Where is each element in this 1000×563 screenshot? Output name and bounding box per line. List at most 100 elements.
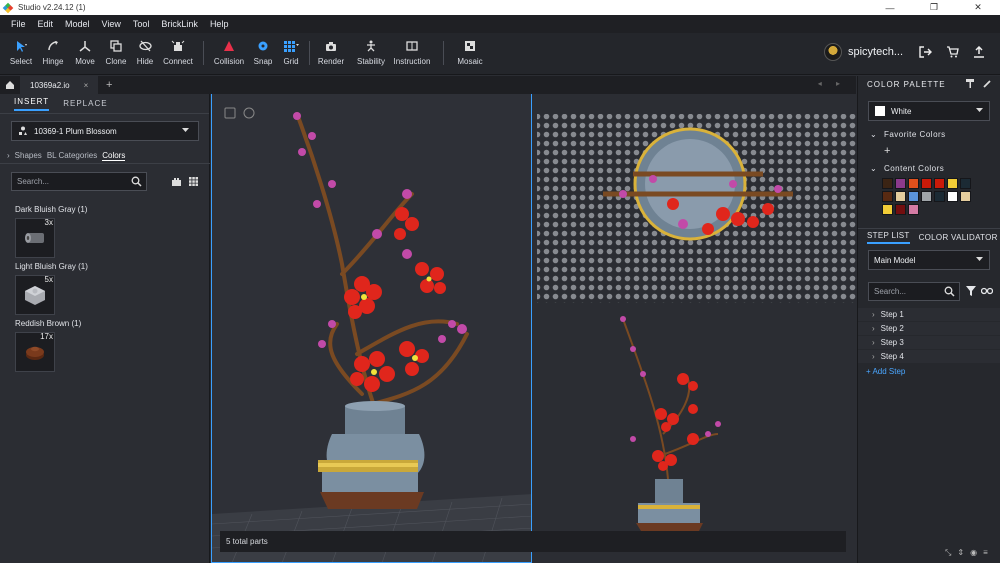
upload-icon[interactable]: [971, 44, 987, 60]
color-swatch[interactable]: [908, 204, 919, 215]
color-group: Light Bluish Gray (1) 5x: [15, 262, 88, 315]
menu-view[interactable]: View: [102, 19, 121, 29]
close-button[interactable]: ✕: [956, 0, 1000, 15]
selected-color-name: White: [891, 106, 912, 116]
parts-search-input[interactable]: Search...: [11, 172, 147, 191]
color-swatch[interactable]: [908, 178, 919, 189]
color-swatch[interactable]: [960, 178, 971, 189]
right-panel: COLOR PALETTE White ⌄ Favorite Colors + …: [857, 76, 1000, 563]
connect-tool-button[interactable]: Connect: [158, 39, 198, 66]
render-button[interactable]: Render: [311, 39, 351, 66]
viewport-top-and-side[interactable]: [533, 94, 856, 563]
menu-file[interactable]: File: [11, 19, 26, 29]
color-swatch[interactable]: [895, 191, 906, 202]
maximize-button[interactable]: ❐: [912, 0, 956, 15]
color-swatch[interactable]: [882, 191, 893, 202]
add-step-button[interactable]: + Add Step: [866, 367, 905, 376]
user-account[interactable]: spicytech...: [824, 43, 903, 61]
expand-icon[interactable]: ⇕: [957, 548, 970, 557]
eye-slash-icon: [138, 39, 152, 53]
plum-blossom-model-render: [212, 107, 531, 562]
part-tile[interactable]: 17x: [15, 332, 55, 372]
tab-insert[interactable]: INSERT: [14, 97, 50, 111]
tab-nav-arrows[interactable]: ◂ ▸: [818, 79, 846, 88]
grid-dropdown-button[interactable]: Grid: [271, 39, 311, 66]
color-swatch[interactable]: [921, 191, 932, 202]
add-favorite-color-button[interactable]: +: [884, 145, 890, 157]
stability-button[interactable]: Stability: [351, 39, 391, 66]
home-icon[interactable]: [0, 76, 20, 94]
expand-chevron-icon[interactable]: ›: [7, 151, 10, 160]
view-toggle-icon[interactable]: [981, 286, 993, 296]
part-tile[interactable]: 3x: [15, 218, 55, 258]
cart-icon[interactable]: [944, 44, 960, 60]
minimize-button[interactable]: —: [868, 0, 912, 15]
toolbar-divider: [443, 41, 444, 65]
color-swatch[interactable]: [934, 178, 945, 189]
tab-colors[interactable]: Colors: [102, 151, 126, 161]
menu-tool[interactable]: Tool: [133, 19, 150, 29]
step-search-input[interactable]: Search...: [868, 282, 960, 301]
tab-color-validator[interactable]: COLOR VALIDATOR: [919, 233, 998, 242]
grid-view-icon[interactable]: [189, 177, 198, 186]
paint-roller-icon[interactable]: [966, 79, 975, 88]
filter-icon[interactable]: [966, 286, 976, 296]
instruction-book-icon: [406, 39, 418, 53]
chevron-right-icon: ›: [872, 324, 875, 333]
tab-replace[interactable]: REPLACE: [63, 99, 107, 108]
hide-icon[interactable]: ◉: [970, 548, 983, 557]
parts-palette-panel: INSERT REPLACE 10369-1 Plum Blossom › Sh…: [0, 94, 210, 563]
collapse-icon[interactable]: ⤡: [945, 548, 957, 557]
content-color-swatches: [882, 178, 971, 215]
favorite-colors-section[interactable]: ⌄ Favorite Colors: [870, 130, 946, 139]
content-colors-section[interactable]: ⌄ Content Colors: [870, 164, 944, 173]
selected-color-dropdown[interactable]: White: [868, 101, 990, 121]
brick-view-icon[interactable]: [172, 177, 181, 186]
model-dropdown[interactable]: Main Model: [868, 250, 990, 270]
menu-model[interactable]: Model: [65, 19, 90, 29]
color-swatch[interactable]: [947, 191, 958, 202]
step-item[interactable]: › Step 2: [858, 322, 1000, 336]
color-swatch[interactable]: [921, 178, 932, 189]
color-swatch[interactable]: [882, 204, 893, 215]
search-icon[interactable]: [944, 286, 955, 297]
tab-step-list[interactable]: STEP LIST: [867, 231, 910, 244]
menu-help[interactable]: Help: [210, 19, 229, 29]
viewport-perspective[interactable]: [211, 94, 532, 563]
more-icon[interactable]: ≡: [983, 548, 994, 557]
part-quantity: 3x: [44, 218, 53, 227]
tab-shapes[interactable]: Shapes: [15, 151, 42, 160]
step-item[interactable]: › Step 3: [858, 336, 1000, 350]
set-selector[interactable]: 10369-1 Plum Blossom: [11, 121, 199, 141]
set-shapes-icon: [19, 126, 27, 135]
color-swatch[interactable]: [934, 191, 945, 202]
menu-edit[interactable]: Edit: [38, 19, 54, 29]
add-tab-button[interactable]: +: [106, 79, 112, 91]
part-tile[interactable]: 5x: [15, 275, 55, 315]
file-tab[interactable]: 10369a2.io ×: [20, 76, 98, 94]
color-swatch[interactable]: [895, 178, 906, 189]
chevron-down-icon: ⌄: [870, 164, 878, 173]
color-swatch[interactable]: [895, 204, 906, 215]
step-item[interactable]: › Step 4: [858, 350, 1000, 364]
color-swatch[interactable]: [960, 191, 971, 202]
content-colors-label: Content Colors: [883, 164, 945, 173]
logout-icon[interactable]: [917, 44, 933, 60]
step-item[interactable]: › Step 1: [858, 308, 1000, 322]
set-selector-value: 10369-1 Plum Blossom: [34, 126, 117, 136]
document-tabs: 10369a2.io × + ◂ ▸: [0, 76, 856, 94]
tab-bl-categories[interactable]: BL Categories: [47, 151, 97, 160]
mosaic-icon: [464, 39, 476, 53]
part-quantity: 5x: [44, 275, 53, 284]
mosaic-button[interactable]: Mosaic: [450, 39, 490, 66]
chevron-right-icon: ›: [872, 338, 875, 347]
instruction-button[interactable]: Instruction: [392, 39, 432, 66]
color-group-name: Dark Bluish Gray (1): [15, 205, 88, 214]
close-tab-icon[interactable]: ×: [84, 81, 89, 90]
color-swatch[interactable]: [908, 191, 919, 202]
menu-bricklink[interactable]: BrickLink: [161, 19, 198, 29]
color-swatch[interactable]: [947, 178, 958, 189]
eyedropper-icon[interactable]: [983, 79, 992, 88]
search-icon[interactable]: [131, 176, 142, 187]
color-swatch[interactable]: [882, 178, 893, 189]
